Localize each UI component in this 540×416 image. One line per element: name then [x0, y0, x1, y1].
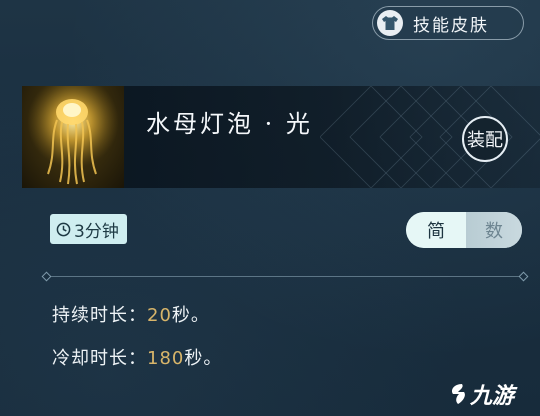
skill-skin-label: 技能皮肤	[413, 15, 489, 36]
stat-duration-unit: 秒。	[171, 305, 210, 326]
stat-cooldown: 冷却时长：180秒。	[52, 344, 222, 370]
skill-skin-button[interactable]: 技能皮肤	[372, 6, 524, 40]
divider	[41, 271, 529, 282]
watermark-text: 九游	[470, 384, 515, 409]
toggle-detail-option[interactable]: 数	[466, 212, 522, 248]
watermark: 九游	[448, 378, 514, 410]
stat-cooldown-label: 冷却时长：	[52, 348, 147, 369]
duration-badge: 3分钟	[50, 214, 127, 244]
equip-button[interactable]: 装配	[462, 116, 508, 162]
shirt-icon	[377, 10, 403, 36]
view-toggle[interactable]: 简 数	[406, 212, 522, 248]
clock-icon	[56, 222, 71, 236]
stat-cooldown-unit: 秒。	[184, 348, 223, 369]
skin-name: 水母灯泡 · 光	[146, 110, 313, 138]
stat-duration: 持续时长：20秒。	[52, 301, 210, 327]
stat-cooldown-value: 180	[147, 348, 185, 369]
toggle-simple-option[interactable]: 简	[406, 212, 466, 248]
stat-duration-value: 20	[147, 305, 172, 326]
skin-thumbnail	[22, 86, 124, 188]
duration-badge-label: 3分钟	[74, 221, 119, 242]
stat-duration-label: 持续时长：	[52, 305, 147, 326]
watermark-logo-icon	[452, 384, 465, 404]
